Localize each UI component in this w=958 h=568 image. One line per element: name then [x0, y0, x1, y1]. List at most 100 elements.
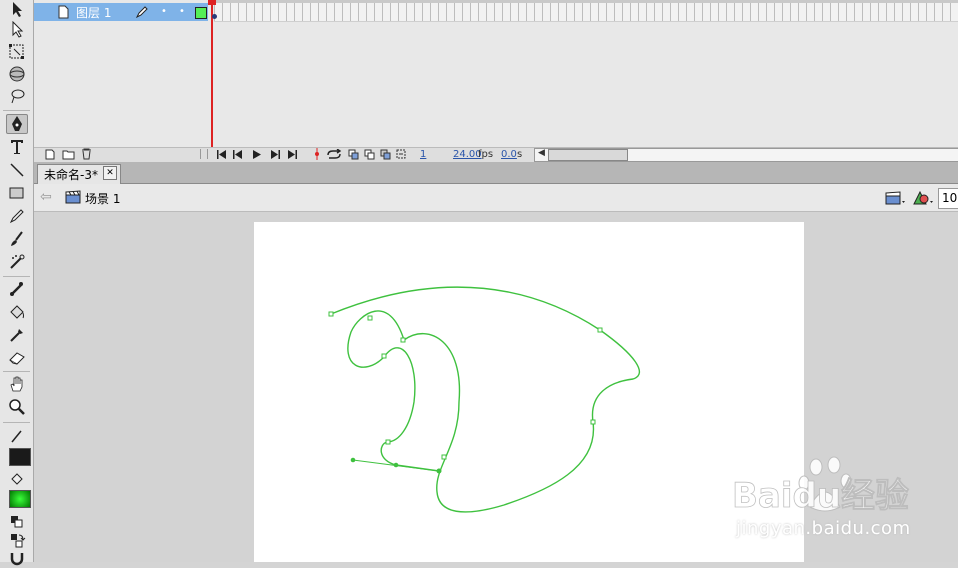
paint-bucket-icon [10, 305, 24, 319]
rectangle-icon [9, 187, 24, 199]
zoom-input[interactable]: 100 [938, 188, 958, 209]
bone-icon [10, 282, 23, 296]
playback-controls[interactable] [216, 149, 304, 160]
transform-icon [9, 44, 24, 59]
bone-tool[interactable] [6, 279, 28, 299]
pen-path-drawing[interactable] [254, 222, 804, 562]
outline-color-box[interactable] [195, 7, 207, 19]
keyframe-dot[interactable] [212, 14, 217, 19]
black-white-button[interactable] [6, 512, 28, 532]
hand-icon [10, 376, 23, 392]
pencil-icon [9, 209, 24, 224]
text-t-icon [11, 140, 23, 154]
layer-name[interactable]: 图层 1 [76, 4, 111, 21]
hand-tool[interactable] [6, 374, 28, 394]
anchor-point[interactable] [597, 327, 603, 333]
splitter-handle[interactable] [200, 149, 208, 159]
handle-point[interactable] [350, 457, 356, 463]
scene-label: 场景 1 [85, 192, 121, 206]
watermark-url: jingyan.baidu.com [736, 518, 911, 539]
fill-color-tool[interactable] [6, 469, 28, 489]
stroke-color-tool[interactable] [6, 426, 28, 446]
hollow-arrow-icon [12, 21, 24, 38]
playhead-line[interactable] [211, 0, 213, 148]
black-white-icon [11, 516, 23, 528]
trash-icon[interactable] [81, 148, 92, 160]
pen-tool[interactable] [6, 114, 28, 134]
layer-page-icon [58, 5, 69, 19]
stroke-pencil-icon [11, 430, 22, 443]
swap-colors-icon [11, 534, 26, 548]
timeline-panel [34, 0, 958, 162]
anchor-point[interactable] [590, 419, 596, 425]
watermark-brand: Baidu经验 [732, 476, 909, 516]
elapsed-time-unit: s [517, 149, 523, 160]
anchor-point[interactable] [381, 353, 387, 359]
eraser-icon [9, 352, 25, 365]
eyedropper-icon [10, 329, 23, 342]
zoom-tool[interactable] [6, 397, 28, 417]
frame-rate-unit: fps [478, 149, 494, 160]
selection-tool[interactable] [6, 0, 28, 20]
3d-rotation-tool[interactable] [6, 64, 28, 84]
back-arrow-icon[interactable]: ⇦ [40, 189, 52, 205]
brush-icon [11, 231, 23, 246]
anchor-point[interactable] [441, 454, 447, 460]
document-tab-bar [34, 162, 958, 184]
paint-bucket-tool[interactable] [6, 302, 28, 322]
eraser-tool[interactable] [6, 348, 28, 368]
frame-cells[interactable] [214, 3, 958, 22]
swap-colors-button[interactable] [6, 530, 28, 550]
deco-spray-icon [10, 254, 25, 269]
pen-nib-icon [12, 116, 22, 131]
rectangle-tool[interactable] [6, 183, 28, 203]
tools-panel [0, 0, 34, 566]
lock-dot[interactable]: • [179, 6, 185, 17]
sphere-icon [9, 66, 25, 82]
edit-bar [34, 184, 958, 212]
arrow-icon [13, 2, 22, 17]
lasso-tool[interactable] [6, 86, 28, 106]
playhead-handle[interactable] [208, 0, 216, 5]
current-frame-value[interactable]: 1 [420, 149, 426, 160]
close-icon[interactable]: ✕ [103, 166, 117, 180]
fill-color-swatch[interactable] [9, 490, 31, 508]
line-icon [10, 163, 24, 177]
magnet-icon [10, 553, 24, 566]
subselection-tool[interactable] [6, 20, 28, 40]
magnifier-icon [9, 399, 25, 415]
pencil-icon [136, 6, 148, 18]
anchor-point[interactable] [367, 315, 373, 321]
selected-anchor[interactable] [436, 468, 442, 474]
text-tool[interactable] [6, 137, 28, 157]
free-transform-tool[interactable] [6, 42, 28, 62]
fill-bucket-icon [11, 473, 23, 485]
new-folder-icon[interactable] [62, 149, 75, 160]
scroll-left-arrow-icon[interactable]: ◀ [538, 148, 545, 158]
eyedropper-tool[interactable] [6, 325, 28, 345]
brush-tool[interactable] [6, 229, 28, 249]
new-layer-icon[interactable] [44, 149, 56, 160]
visibility-dot[interactable]: • [161, 6, 167, 17]
outer-curve-path[interactable] [330, 286, 641, 513]
clapperboard-icon [65, 190, 81, 204]
line-tool[interactable] [6, 160, 28, 180]
document-tab-label[interactable]: 未命名-3* [44, 166, 98, 183]
center-frame-icon[interactable] [312, 148, 322, 160]
onion-skin-controls[interactable] [348, 149, 408, 160]
snap-to-objects-button[interactable] [6, 548, 28, 568]
inner-curl-path[interactable] [347, 310, 440, 472]
stroke-color-swatch[interactable] [9, 448, 31, 466]
loop-icon[interactable] [326, 149, 342, 160]
handle-point[interactable] [393, 462, 399, 468]
edit-scene-clapperboard-icon[interactable] [884, 189, 906, 207]
scrollbar-thumb[interactable] [548, 149, 628, 161]
pencil-tool[interactable] [6, 206, 28, 226]
edit-symbol-shapes-icon[interactable] [912, 189, 934, 207]
anchor-point[interactable] [328, 311, 334, 317]
lasso-icon [11, 89, 25, 104]
deco-tool[interactable] [6, 252, 28, 272]
anchor-point[interactable] [400, 337, 406, 343]
elapsed-time-value[interactable]: 0.0 [501, 149, 517, 160]
anchor-point[interactable] [385, 439, 391, 445]
